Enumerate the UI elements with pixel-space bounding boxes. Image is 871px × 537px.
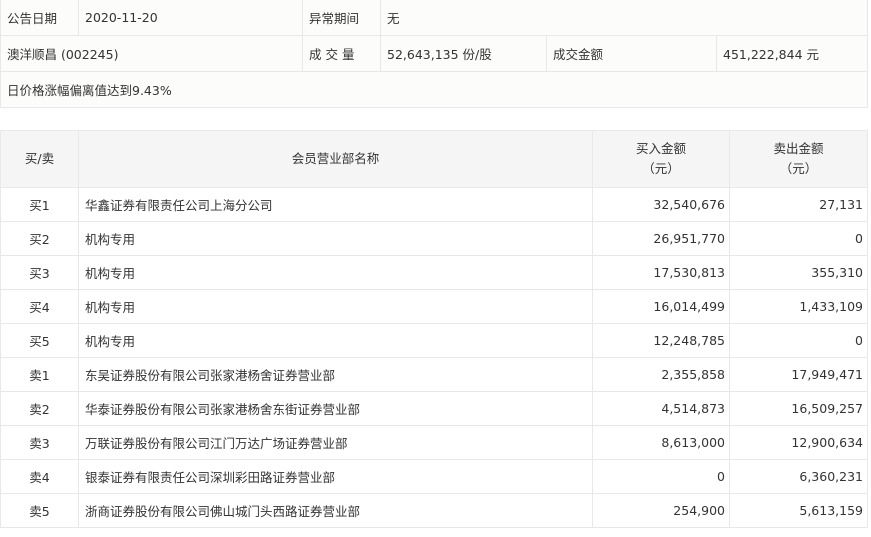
table-row: 买3 机构专用 17,530,813 355,310 [0,255,868,290]
cell-buy: 16,014,499 [592,289,730,324]
date-value: 2020-11-20 [78,0,303,36]
date-label: 公告日期 [0,0,79,36]
table-row: 买5 机构专用 12,248,785 0 [0,323,868,358]
cell-name: 机构专用 [78,289,593,324]
table-header: 买/卖 会员营业部名称 买入金额 （元） 卖出金额 （元） [0,130,868,188]
period-label: 异常期间 [302,0,381,36]
cell-name: 东吴证券股份有限公司张家港杨舍证券营业部 [78,357,593,392]
cell-side: 卖1 [0,357,79,392]
cell-name: 华鑫证券有限责任公司上海分公司 [78,187,593,222]
table-row: 买2 机构专用 26,951,770 0 [0,221,868,256]
cell-buy: 26,951,770 [592,221,730,256]
header-sell: 卖出金额 （元） [729,130,868,188]
cell-buy: 4,514,873 [592,391,730,426]
cell-side: 买4 [0,289,79,324]
header-buy: 买入金额 （元） [592,130,730,188]
table-row: 买4 机构专用 16,014,499 1,433,109 [0,289,868,324]
cell-buy: 254,900 [592,493,730,528]
cell-side: 卖4 [0,459,79,494]
table-row: 卖5 浙商证券股份有限公司佛山城门头西路证券营业部 254,900 5,613,159 [0,493,868,528]
cell-buy: 2,355,858 [592,357,730,392]
cell-sell: 1,433,109 [729,289,868,324]
cell-side: 买3 [0,255,79,290]
amount-value: 451,222,844 元 [715,35,869,72]
table-row: 卖2 华泰证券股份有限公司张家港杨舍东街证券营业部 4,514,873 16,509,… [0,391,868,426]
volume-value: 52,643,135 份/股 [380,35,547,72]
header-name: 会员营业部名称 [78,130,593,188]
cell-side: 卖2 [0,391,79,426]
cell-buy: 8,613,000 [592,425,730,460]
table-row: 买1 华鑫证券有限责任公司上海分公司 32,540,676 27,131 [0,187,868,222]
cell-name: 浙商证券股份有限公司佛山城门头西路证券营业部 [78,493,593,528]
header-side: 买/卖 [0,130,79,188]
cell-side: 卖5 [0,493,79,528]
cell-sell: 17,949,471 [729,357,868,392]
cell-name: 机构专用 [78,221,593,256]
table-row: 卖3 万联证券股份有限公司江门万达广场证券营业部 8,613,000 12,900,6… [0,425,868,460]
cell-sell: 0 [729,323,868,358]
cell-sell: 27,131 [729,187,868,222]
cell-side: 买2 [0,221,79,256]
cell-buy: 17,530,813 [592,255,730,290]
cell-sell: 5,613,159 [729,493,868,528]
cell-sell: 0 [729,221,868,256]
stock-name: 澳洋顺昌 (002245) [0,35,303,72]
announcement-info-table: 公告日期 2020-11-20 异常期间 无 澳洋顺昌 (002245) 成 交… [0,0,869,108]
table-row: 卖1 东吴证券股份有限公司张家港杨舍证券营业部 2,355,858 17,949,47… [0,357,868,392]
period-value: 无 [379,0,869,36]
broker-trades-table: 买/卖 会员营业部名称 买入金额 （元） 卖出金额 （元） 买1 华鑫证券有限责任公司… [0,130,868,528]
cell-sell: 12,900,634 [729,425,868,460]
amount-label: 成交金额 [546,35,717,72]
cell-side: 买1 [0,187,79,222]
volume-label: 成 交 量 [302,35,381,72]
cell-name: 机构专用 [78,255,593,290]
cell-name: 万联证券股份有限公司江门万达广场证券营业部 [78,425,593,460]
cell-sell: 16,509,257 [729,391,868,426]
cell-name: 机构专用 [78,323,593,358]
cell-sell: 355,310 [729,255,868,290]
cell-name: 银泰证券有限责任公司深圳彩田路证券营业部 [78,459,593,494]
cell-side: 卖3 [0,425,79,460]
reason-text: 日价格涨幅偏离值达到9.43% [0,71,869,108]
table-row: 卖4 银泰证券有限责任公司深圳彩田路证券营业部 0 6,360,231 [0,459,868,494]
cell-name: 华泰证券股份有限公司张家港杨舍东街证券营业部 [78,391,593,426]
cell-buy: 32,540,676 [592,187,730,222]
cell-buy: 0 [592,459,730,494]
cell-side: 买5 [0,323,79,358]
cell-buy: 12,248,785 [592,323,730,358]
cell-sell: 6,360,231 [729,459,868,494]
